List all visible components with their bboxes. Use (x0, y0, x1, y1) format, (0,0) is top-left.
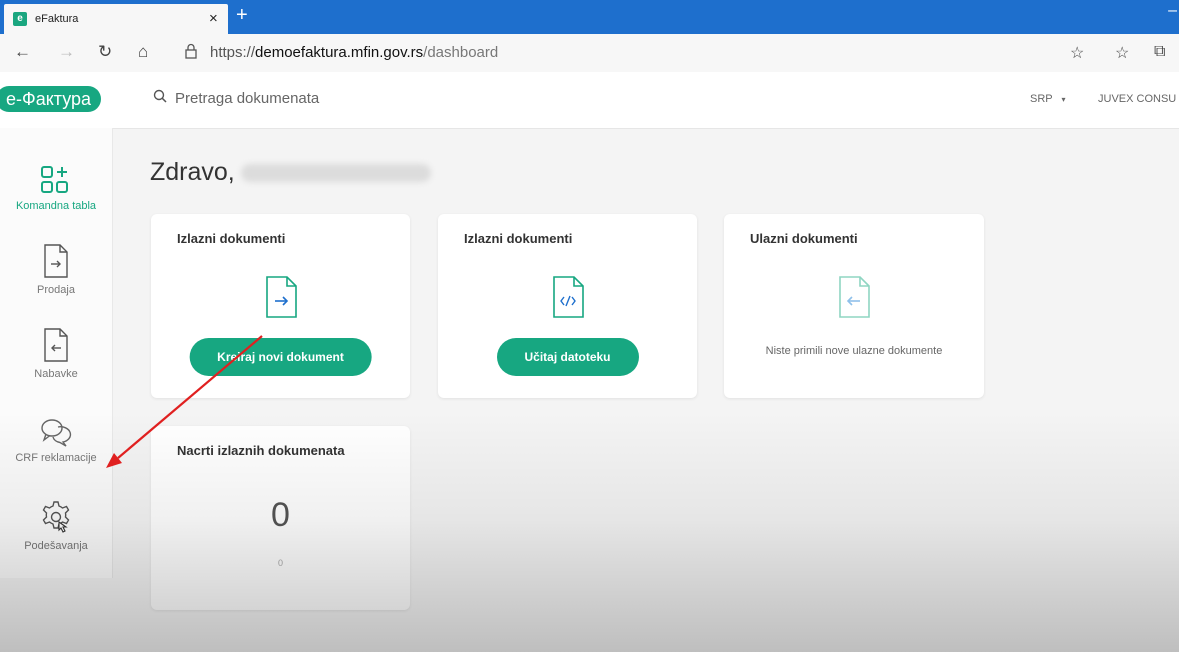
card-title: Nacrti izlaznih dokumenata (177, 443, 345, 458)
file-arrow-left-icon (834, 274, 874, 325)
language-label: SRP (1030, 93, 1053, 105)
chevron-down-icon: ▾ (1061, 95, 1066, 104)
draft-count: 0 (271, 496, 290, 534)
refresh-icon[interactable]: ↻ (98, 42, 112, 62)
sidebar-item-komandna-tabla[interactable]: Komandna tabla (0, 164, 112, 212)
sidebar-item-crf-reklamacije[interactable]: CRF reklamacije (0, 416, 112, 464)
card-title: Izlazni dokumenti (464, 231, 573, 246)
tab-title: eFaktura (35, 13, 79, 25)
tab-close-button[interactable]: × (209, 10, 218, 27)
favorite-star-icon[interactable]: ☆ (1070, 43, 1084, 63)
empty-state-message: Niste primili nove ulazne dokumente (765, 345, 943, 357)
card-ulazni-dokumenti: Ulazni dokumenti Niste primili nove ulaz… (724, 214, 984, 398)
file-arrow-right-icon (0, 242, 112, 280)
card-nacrti: Nacrti izlaznih dokumenata 0 0 (151, 426, 410, 610)
dashboard-icon (0, 164, 112, 196)
address-bar: ← → ↻ ⌂ https://demoefaktura.mfin.gov.rs… (0, 34, 1179, 73)
minimize-button[interactable]: – (1168, 2, 1177, 20)
sidebar-item-prodaja[interactable]: Prodaja (0, 242, 112, 296)
file-arrow-left-icon (0, 326, 112, 364)
back-icon[interactable]: ← (14, 42, 31, 62)
draft-sub-count: 0 (277, 558, 283, 568)
url-field[interactable]: https://demoefaktura.mfin.gov.rs/dashboa… (210, 44, 498, 61)
lock-icon (184, 43, 198, 62)
sidebar-item-label: CRF reklamacije (15, 452, 97, 464)
sidebar-item-nabavke[interactable]: Nabavke (0, 326, 112, 380)
file-code-icon (548, 274, 588, 325)
favorites-list-icon[interactable]: ☆ (1115, 43, 1129, 63)
browser-tab[interactable]: e eFaktura × (4, 4, 228, 34)
page-title: Zdravo, (150, 158, 431, 187)
app-logo[interactable]: е-Фактура (0, 86, 102, 112)
card-title: Izlazni dokumenti (177, 231, 286, 246)
search-icon (153, 89, 167, 107)
url-host: demoefaktura.mfin.gov.rs (255, 44, 424, 61)
url-path: /dashboard (423, 44, 499, 61)
sidebar-item-label: Prodaja (37, 284, 75, 296)
search-placeholder: Pretraga dokumenata (175, 90, 320, 107)
app-root: е-Фактура Pretraga dokumenata SRP ▾ JUVE… (0, 72, 1179, 652)
card-title: Ulazni dokumenti (750, 231, 858, 246)
forward-icon[interactable]: → (58, 42, 75, 62)
card-izlazni-dokumenti-create: Izlazni dokumenti Kreiraj novi dokument (151, 214, 410, 398)
home-icon[interactable]: ⌂ (138, 42, 148, 62)
new-tab-button[interactable]: + (236, 4, 248, 27)
app-header: е-Фактура Pretraga dokumenata SRP ▾ JUVE… (0, 72, 1179, 129)
favicon-icon: e (13, 12, 27, 26)
search-input[interactable]: Pretraga dokumenata (153, 89, 319, 107)
card-izlazni-dokumenti-upload: Izlazni dokumenti Učitaj datoteku (438, 214, 697, 398)
sidebar-item-label: Komandna tabla (15, 200, 97, 212)
blurred-username (240, 164, 431, 183)
chat-bubbles-icon (0, 416, 112, 448)
upload-file-button[interactable]: Učitaj datoteku (496, 338, 639, 376)
user-menu[interactable]: JUVEX CONSU (1098, 93, 1176, 105)
sidebar: Komandna tabla Prodaja Nabavke CRF rekla… (0, 128, 113, 578)
greeting-text: Zdravo, (150, 158, 235, 186)
sidebar-item-podesavanja[interactable]: Podešavanja (0, 498, 112, 552)
url-prefix: https:// (210, 44, 256, 61)
create-document-button[interactable]: Kreiraj novi dokument (189, 338, 372, 376)
browser-tab-bar: e eFaktura × + – (0, 0, 1179, 34)
collections-icon[interactable]: ⧉ (1154, 43, 1165, 61)
sidebar-item-label: Nabavke (34, 368, 78, 380)
gear-icon (0, 498, 112, 536)
language-selector[interactable]: SRP ▾ (1030, 93, 1066, 105)
file-arrow-right-icon (261, 274, 301, 325)
sidebar-item-label: Podešavanja (24, 540, 88, 552)
